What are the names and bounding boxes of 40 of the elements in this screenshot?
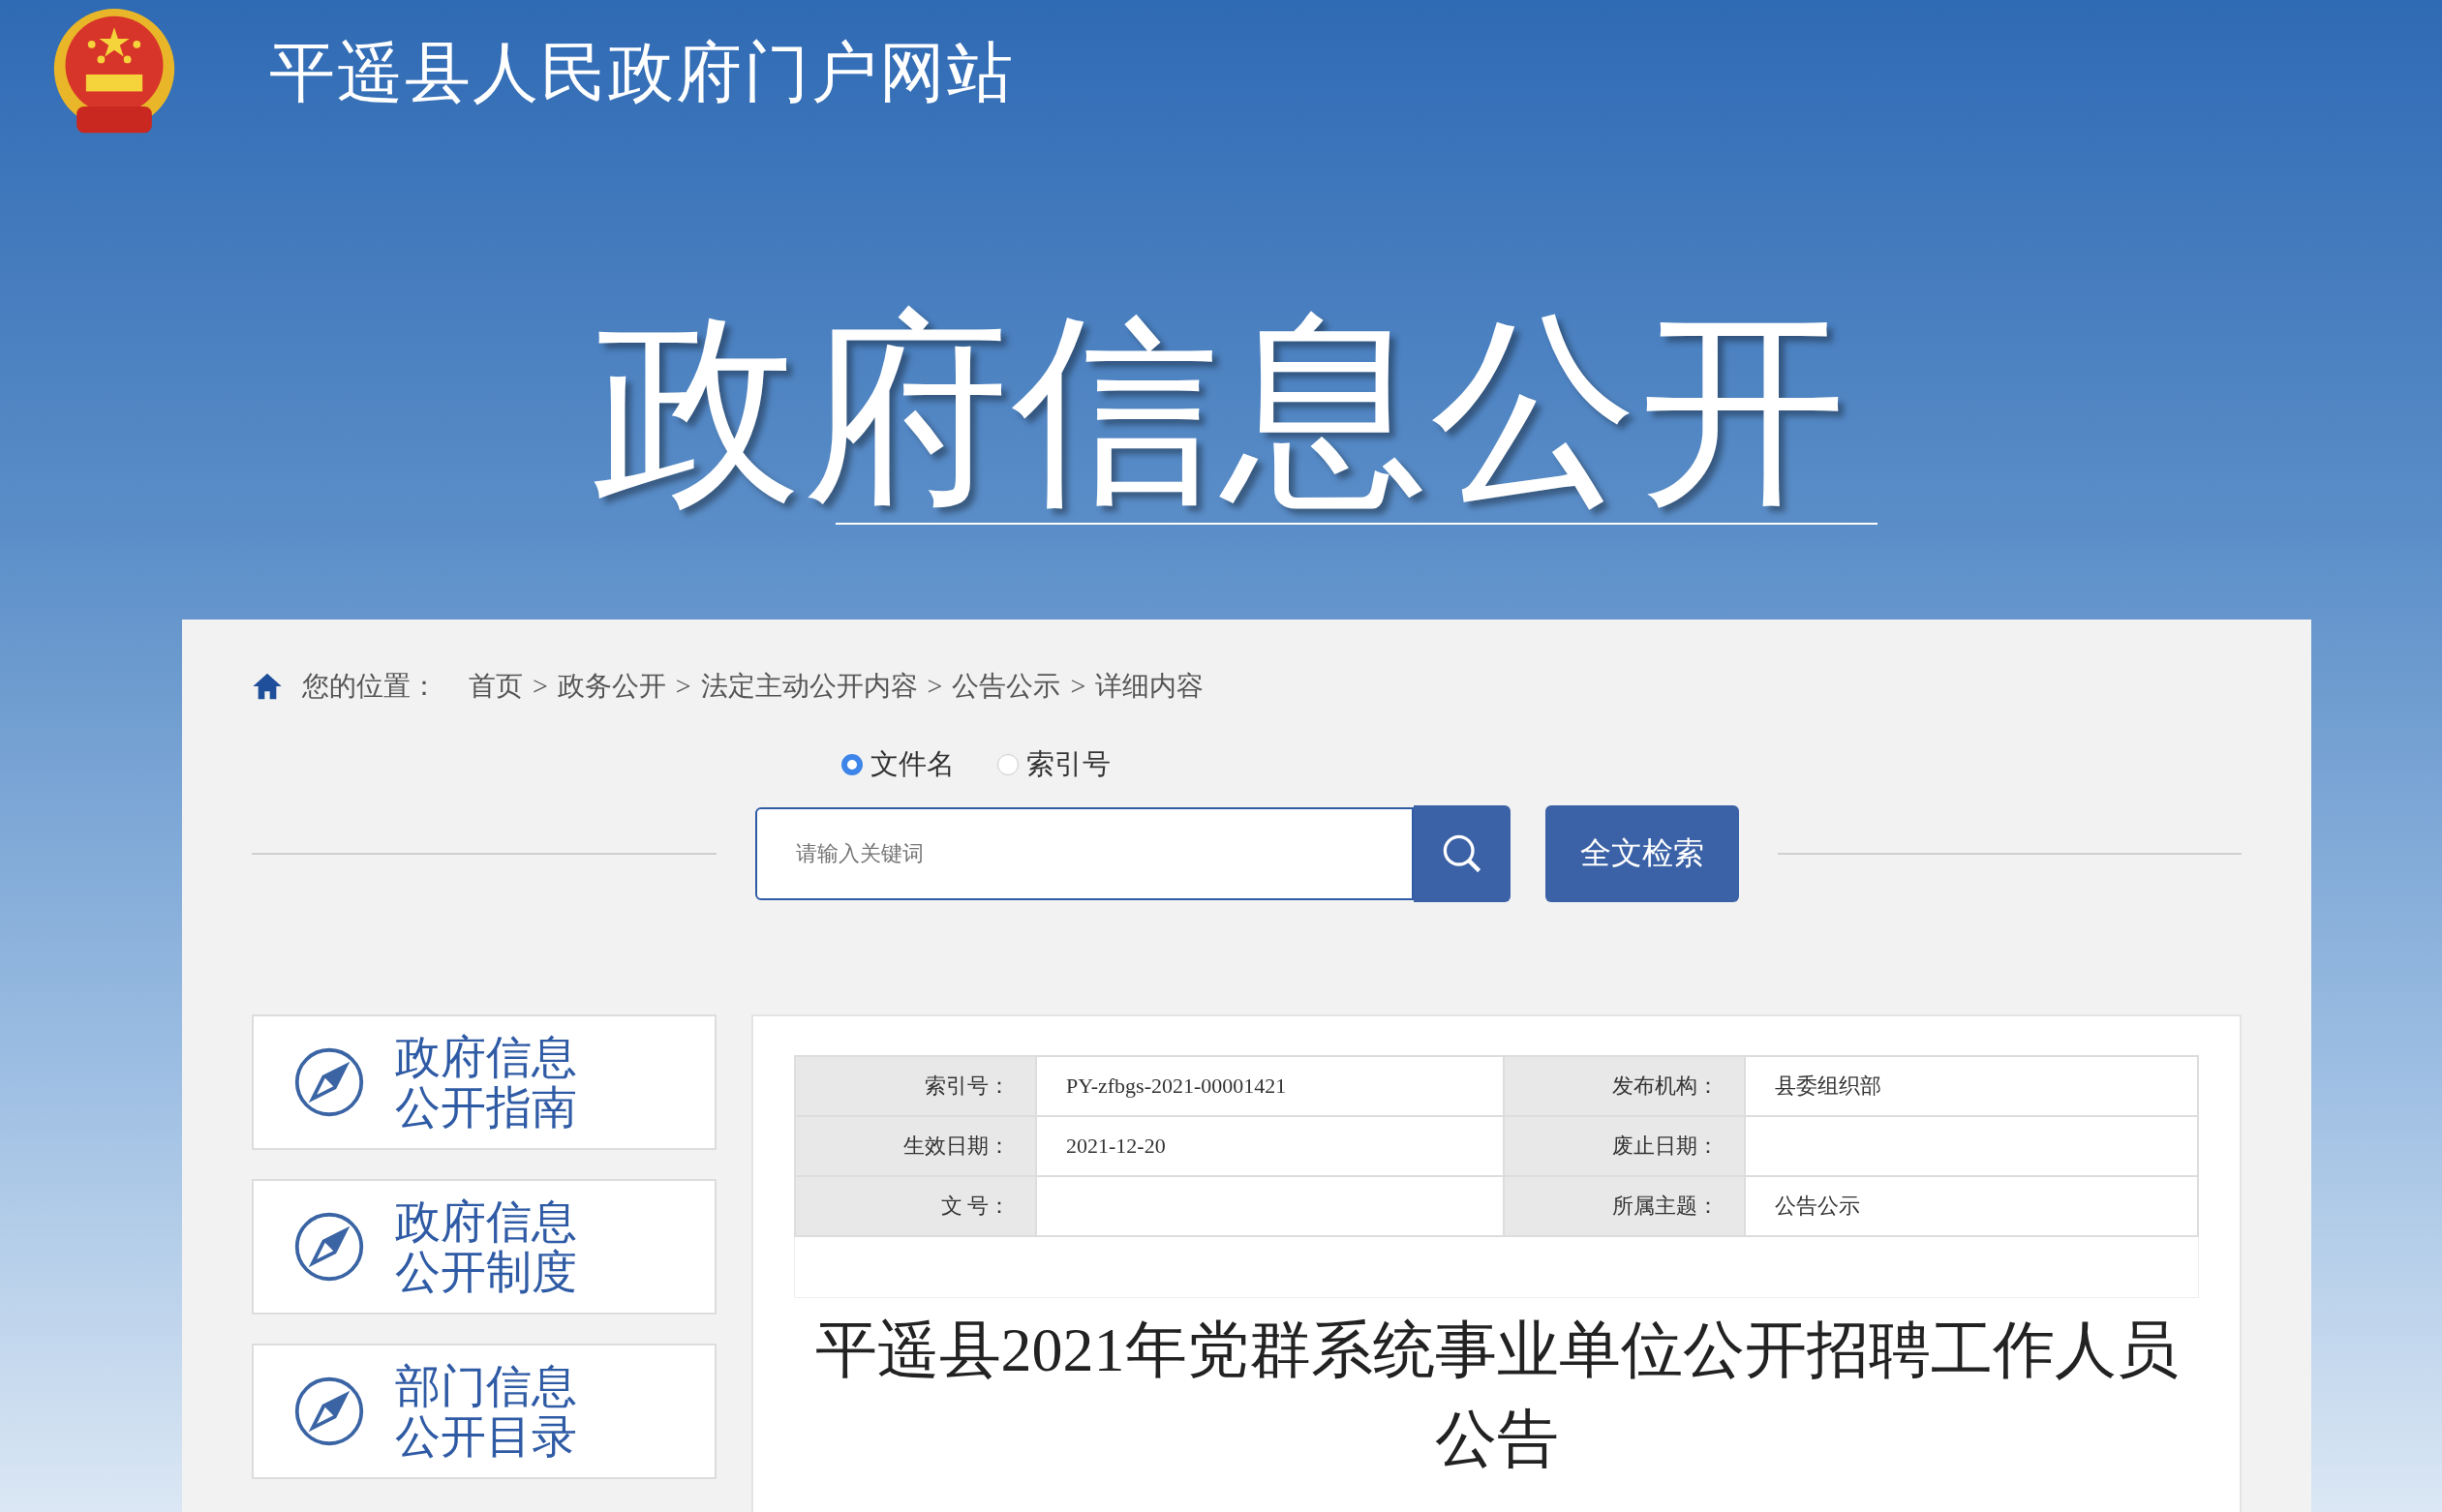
breadcrumb-link[interactable]: 法定主动公开内容 [700, 668, 918, 705]
breadcrumb-link[interactable]: 政务公开 [557, 668, 666, 705]
sidebar-link[interactable]: 政府信息 公开指南 [395, 1032, 577, 1133]
field-label: 文 号： [795, 1176, 1036, 1236]
breadcrumb-separator: > [927, 671, 943, 702]
banner-title: 政府信息公开 [594, 295, 1848, 528]
search-button[interactable] [1413, 805, 1511, 902]
breadcrumb-separator: > [1070, 671, 1086, 702]
field-label: 生效日期： [795, 1116, 1036, 1176]
field-value: 县委组织部 [1745, 1056, 2198, 1116]
field-value: 公告公示 [1745, 1176, 2198, 1236]
sidebar-card[interactable]: 部门信息 公开目录 [252, 1344, 717, 1479]
sidebar-card[interactable]: 政府信息 公开制度 [252, 1179, 717, 1315]
breadcrumb-link[interactable]: 公告公示 [952, 668, 1061, 705]
breadcrumb-label: 您的位置： [302, 670, 438, 703]
radio-button[interactable] [996, 754, 1019, 775]
radio-label[interactable]: 文件名 [870, 745, 955, 784]
radio-button[interactable] [840, 754, 863, 775]
field-value: 2021-12-20 [1036, 1116, 1504, 1176]
compass-icon [292, 1045, 366, 1119]
compass-icon [292, 1210, 366, 1284]
breadcrumb-link[interactable]: 首页 [469, 668, 523, 705]
search-field[interactable]: 请输入关键词 [754, 807, 1414, 900]
sidebar-link[interactable]: 部门信息 公开目录 [395, 1361, 577, 1462]
sidebar-link[interactable]: 政府信息 公开制度 [395, 1196, 577, 1297]
breadcrumb-link[interactable]: 详细内容 [1095, 668, 1205, 705]
article-title: 平遥县2021年党群系统事业单位公开招聘工作人员公告 [813, 1315, 2180, 1475]
breadcrumb-separator: > [533, 671, 548, 702]
breadcrumb-separator: > [675, 671, 691, 702]
field-value: PY-zfbgs-2021-00001421 [1036, 1056, 1504, 1116]
field-label: 发布机构： [1504, 1056, 1745, 1116]
field-label: 索引号： [795, 1056, 1036, 1116]
field-label: 废止日期： [1504, 1116, 1745, 1176]
fulltext-search-button[interactable]: 全文检索 [1544, 805, 1739, 902]
compass-icon [292, 1375, 366, 1448]
radio-label[interactable]: 索引号 [1025, 745, 1111, 784]
site-title: 平遥县人民政府门户网站 [269, 34, 1015, 111]
field-label: 所属主题： [1504, 1176, 1745, 1236]
sidebar-card[interactable]: 政府信息 公开指南 [252, 1014, 717, 1150]
home-icon [252, 672, 283, 701]
